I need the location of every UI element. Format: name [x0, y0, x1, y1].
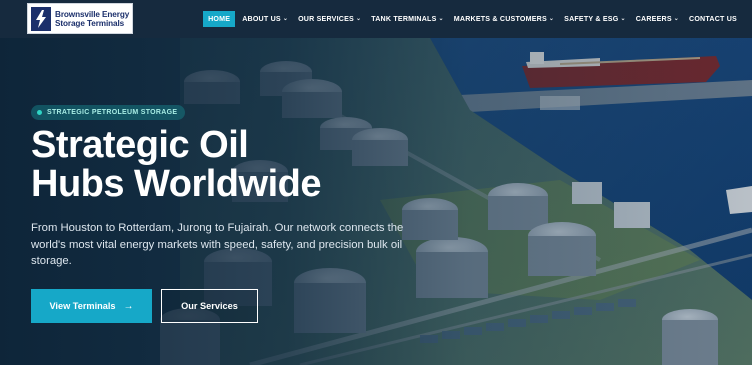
- nav-label: MARKETS & CUSTOMERS: [453, 15, 547, 23]
- nav-item-contact-us[interactable]: CONTACT US: [684, 11, 742, 27]
- nav-label: CONTACT US: [689, 15, 737, 23]
- hero-badge: STRATEGIC PETROLEUM STORAGE: [31, 105, 186, 120]
- hero-description: From Houston to Rotterdam, Jurong to Fuj…: [31, 222, 404, 267]
- arrow-right-icon: →: [123, 300, 134, 312]
- nav-item-safety-esg[interactable]: SAFETY & ESG ⌄: [559, 11, 631, 27]
- nav-label: HOME: [208, 15, 231, 23]
- nav-item-our-services[interactable]: OUR SERVICES ⌄: [293, 11, 366, 27]
- our-services-label: Our Services: [181, 301, 238, 311]
- our-services-button[interactable]: Our Services: [161, 289, 258, 323]
- brand-logo[interactable]: Brownsville Energy Storage Terminals: [27, 3, 133, 34]
- chevron-down-icon: ⌄: [282, 16, 289, 22]
- main-nav: HOME ABOUT US ⌄ OUR SERVICES ⌄ TANK TERM…: [203, 11, 742, 27]
- hero-badge-label: STRATEGIC PETROLEUM STORAGE: [47, 109, 178, 116]
- site-header: Brownsville Energy Storage Terminals HOM…: [0, 0, 752, 38]
- nav-item-careers[interactable]: CAREERS ⌄: [631, 11, 684, 27]
- hero-title: Strategic Oil Hubs Worldwide: [31, 126, 431, 204]
- chevron-down-icon: ⌄: [548, 16, 555, 22]
- brand-name-line2: Storage Terminals: [55, 18, 125, 28]
- view-terminals-button[interactable]: View Terminals →: [31, 289, 152, 323]
- nav-label: ABOUT US: [242, 15, 281, 23]
- chevron-down-icon: ⌄: [438, 16, 444, 22]
- badge-dot-icon: [37, 110, 42, 115]
- hero-title-line1: Strategic Oil: [31, 124, 249, 166]
- nav-label: OUR SERVICES: [298, 15, 354, 23]
- nav-item-about-us[interactable]: ABOUT US ⌄: [237, 11, 293, 27]
- lightning-bolt-icon: [31, 6, 51, 31]
- nav-label: TANK TERMINALS: [371, 15, 437, 23]
- nav-item-markets-customers[interactable]: MARKETS & CUSTOMERS ⌄: [449, 11, 559, 27]
- view-terminals-label: View Terminals: [49, 301, 116, 311]
- hero-title-line2: Hubs Worldwide: [31, 163, 321, 205]
- nav-label: SAFETY & ESG: [564, 15, 619, 23]
- chevron-down-icon: ⌄: [673, 16, 680, 22]
- nav-label: CAREERS: [635, 15, 672, 23]
- chevron-down-icon: ⌄: [620, 16, 626, 22]
- nav-item-tank-terminals[interactable]: TANK TERMINALS ⌄: [366, 11, 449, 27]
- nav-item-home[interactable]: HOME: [203, 11, 236, 27]
- brand-name: Brownsville Energy Storage Terminals: [55, 10, 129, 28]
- brand-name-line1: Brownsville Energy: [55, 9, 130, 19]
- chevron-down-icon: ⌄: [355, 16, 362, 22]
